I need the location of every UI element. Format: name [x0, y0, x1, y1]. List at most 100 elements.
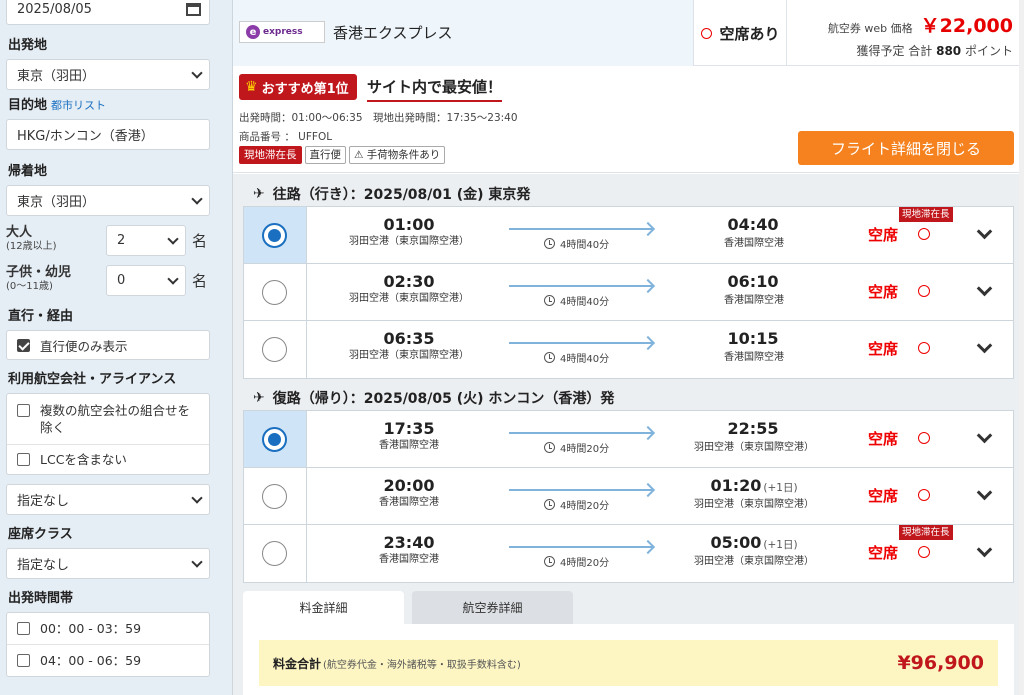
flight-radio[interactable]: [262, 337, 287, 362]
return-place-select[interactable]: 東京（羽田）: [6, 185, 210, 216]
flight-radio[interactable]: [262, 541, 287, 566]
return-date-input[interactable]: 2025/08/05: [6, 0, 210, 25]
checkbox-icon[interactable]: [17, 453, 30, 466]
product-code: 商品番号 ： UFFOL: [239, 131, 333, 143]
chevron-down-icon: [191, 193, 203, 205]
checkbox-icon[interactable]: [17, 622, 30, 635]
class-select[interactable]: 指定なし: [6, 548, 210, 579]
close-details-button[interactable]: フライト詳細を閉じる: [798, 131, 1014, 165]
flight-duration: 4時間40分: [544, 350, 609, 365]
checkbox-icon[interactable]: [17, 404, 30, 417]
arrival-info: 06:10 香港国際空港: [654, 272, 854, 307]
pax-unit: 名: [192, 231, 208, 250]
fare-total-label: 料金合計: [273, 656, 322, 671]
radio-cell[interactable]: [244, 411, 307, 467]
tab-ticket-details[interactable]: 航空券詳細: [412, 591, 573, 624]
chevron-down-icon: [167, 272, 179, 285]
seat-availability: 空席あり: [695, 0, 787, 66]
flight-result-card: e express 香港エクスプレス 空席あり 航空券 web 価格 ￥22,000…: [232, 0, 1024, 695]
flight-row[interactable]: 02:30 羽田空港（東京国際空港） 4時間40分 06:10 香港国際空港 空席: [244, 264, 1013, 321]
clock-icon: [544, 295, 555, 306]
origin-select[interactable]: 東京（羽田）: [6, 59, 210, 90]
checkbox-checked-icon[interactable]: [17, 338, 30, 352]
radio-cell[interactable]: [244, 264, 307, 320]
departure-times: 出発時間：01:00〜06:35 現地出発時間：17:35〜23:40: [239, 112, 518, 124]
radio-cell[interactable]: [244, 468, 307, 524]
clock-icon: [544, 238, 555, 249]
inbound-title: ✈ 復路（帰り）：2025/08/05 (火) ホンコン（香港）発: [253, 390, 615, 407]
seat-status: 空席: [868, 487, 899, 505]
crown-icon: ♛: [245, 79, 258, 95]
availability-circle-icon: [918, 432, 930, 444]
tab-fare-details[interactable]: 料金詳細: [243, 591, 404, 624]
page-scrollbar[interactable]: [1019, 0, 1024, 695]
chevron-down-icon[interactable]: [976, 427, 993, 444]
departure-info: 01:00 羽田空港（東京国際空港）: [314, 215, 504, 248]
route-arrow: [509, 228, 652, 230]
rank-badge: ♛ おすすめ第1位: [239, 74, 357, 100]
arrival-time: 01:20: [710, 476, 762, 495]
flight-radio[interactable]: [262, 223, 287, 248]
radio-cell[interactable]: [244, 207, 307, 263]
flight-row[interactable]: 01:00 羽田空港（東京国際空港） 4時間40分 04:40 香港国際空港 現地滞在長空…: [244, 207, 1013, 264]
class-label: 座席クラス: [8, 527, 73, 542]
flight-row[interactable]: 06:35 羽田空港（東京国際空港） 4時間40分 10:15 香港国際空港 空席: [244, 321, 1013, 378]
departure-time: 17:35: [383, 419, 435, 438]
direct-label: 直行・経由: [8, 309, 74, 324]
exclude-multi-airline-checkbox[interactable]: 複数の航空会社の組合せを除く: [7, 394, 209, 445]
dep-time-options: 00：00 - 03：59 04：00 - 06：59: [6, 612, 210, 677]
chevron-down-icon[interactable]: [976, 541, 993, 558]
flight-row[interactable]: 23:40 香港国際空港 4時間20分 05:00 (+1日) 羽田空港（東京国際空港） 現…: [244, 525, 1013, 582]
exclude-lcc-checkbox[interactable]: LCCを含まない: [7, 445, 209, 474]
city-list-link[interactable]: 都市リスト: [51, 99, 106, 112]
chevron-down-icon: [191, 67, 203, 79]
flight-radio[interactable]: [262, 484, 287, 509]
departure-airport: 羽田空港（東京国際空港）: [349, 236, 469, 247]
arrival-airport: 香港国際空港: [724, 352, 784, 363]
time-slot-checkbox[interactable]: 04：00 - 06：59: [7, 645, 209, 676]
arrival-time: 04:40: [727, 215, 779, 234]
web-price: ￥22,000: [920, 15, 1013, 37]
departure-time: 23:40: [383, 533, 435, 552]
child-count-select[interactable]: 0: [106, 264, 186, 296]
checkbox-icon[interactable]: [17, 654, 30, 667]
flight-detail-area: ✈ 往路（行き）：2025/08/01 (金) 東京発 01:00 羽田空港（東京…: [233, 174, 1024, 695]
direct-only-checkbox[interactable]: 直行便のみ表示: [6, 330, 210, 360]
chevron-down-icon: [167, 232, 179, 245]
flight-row[interactable]: 17:35 香港国際空港 4時間20分 22:55 羽田空港（東京国際空港） 空席: [244, 411, 1013, 468]
adult-count-select[interactable]: 2: [106, 224, 186, 256]
search-sidebar: 2025/08/05 出発地 東京（羽田） 目的地 都市リスト HKG/ホンコン（…: [0, 0, 218, 695]
chevron-down-icon: [191, 556, 203, 568]
radio-cell[interactable]: [244, 321, 307, 378]
chevron-down-icon[interactable]: [976, 280, 993, 297]
arrival-info: 01:20 (+1日) 羽田空港（東京国際空港）: [654, 476, 854, 511]
departure-info: 17:35 香港国際空港: [314, 419, 504, 452]
flight-radio[interactable]: [262, 280, 287, 305]
airline-select[interactable]: 指定なし: [6, 484, 210, 515]
departure-airport: 香港国際空港: [379, 440, 439, 451]
flight-duration: 4時間40分: [544, 236, 609, 251]
chevron-down-icon[interactable]: [976, 337, 993, 354]
arrival-airport: 香港国際空港: [724, 295, 784, 306]
departure-info: 23:40 香港国際空港: [314, 533, 504, 566]
dep-time-label: 出発時間帯: [8, 591, 74, 606]
destination-input[interactable]: HKG/ホンコン（香港）: [6, 119, 210, 150]
departure-time: 20:00: [383, 476, 435, 495]
chevron-down-icon[interactable]: [976, 223, 993, 240]
return-place-label: 帰着地: [8, 164, 48, 179]
clock-icon: [544, 499, 555, 510]
time-slot-checkbox[interactable]: 00：00 - 03：59: [7, 613, 209, 645]
arrival-info: 04:40 香港国際空港: [654, 215, 854, 250]
flight-radio[interactable]: [262, 427, 287, 452]
flight-row[interactable]: 20:00 香港国際空港 4時間20分 01:20 (+1日) 羽田空港（東京国際空港） 空…: [244, 468, 1013, 525]
route-arrow: [509, 285, 652, 287]
best-price-label: サイト内で最安値！: [367, 76, 503, 102]
radio-cell[interactable]: [244, 525, 307, 582]
chevron-down-icon[interactable]: [976, 484, 993, 501]
direct-tag: 直行便: [304, 146, 346, 164]
calendar-icon[interactable]: [186, 3, 201, 16]
fare-note: (航空券代金・海外諸税等・取扱手数料含む): [323, 659, 521, 671]
clock-icon: [544, 556, 555, 567]
flight-duration: 4時間20分: [544, 440, 609, 455]
airline-box: e express 香港エクスプレス: [233, 0, 694, 66]
